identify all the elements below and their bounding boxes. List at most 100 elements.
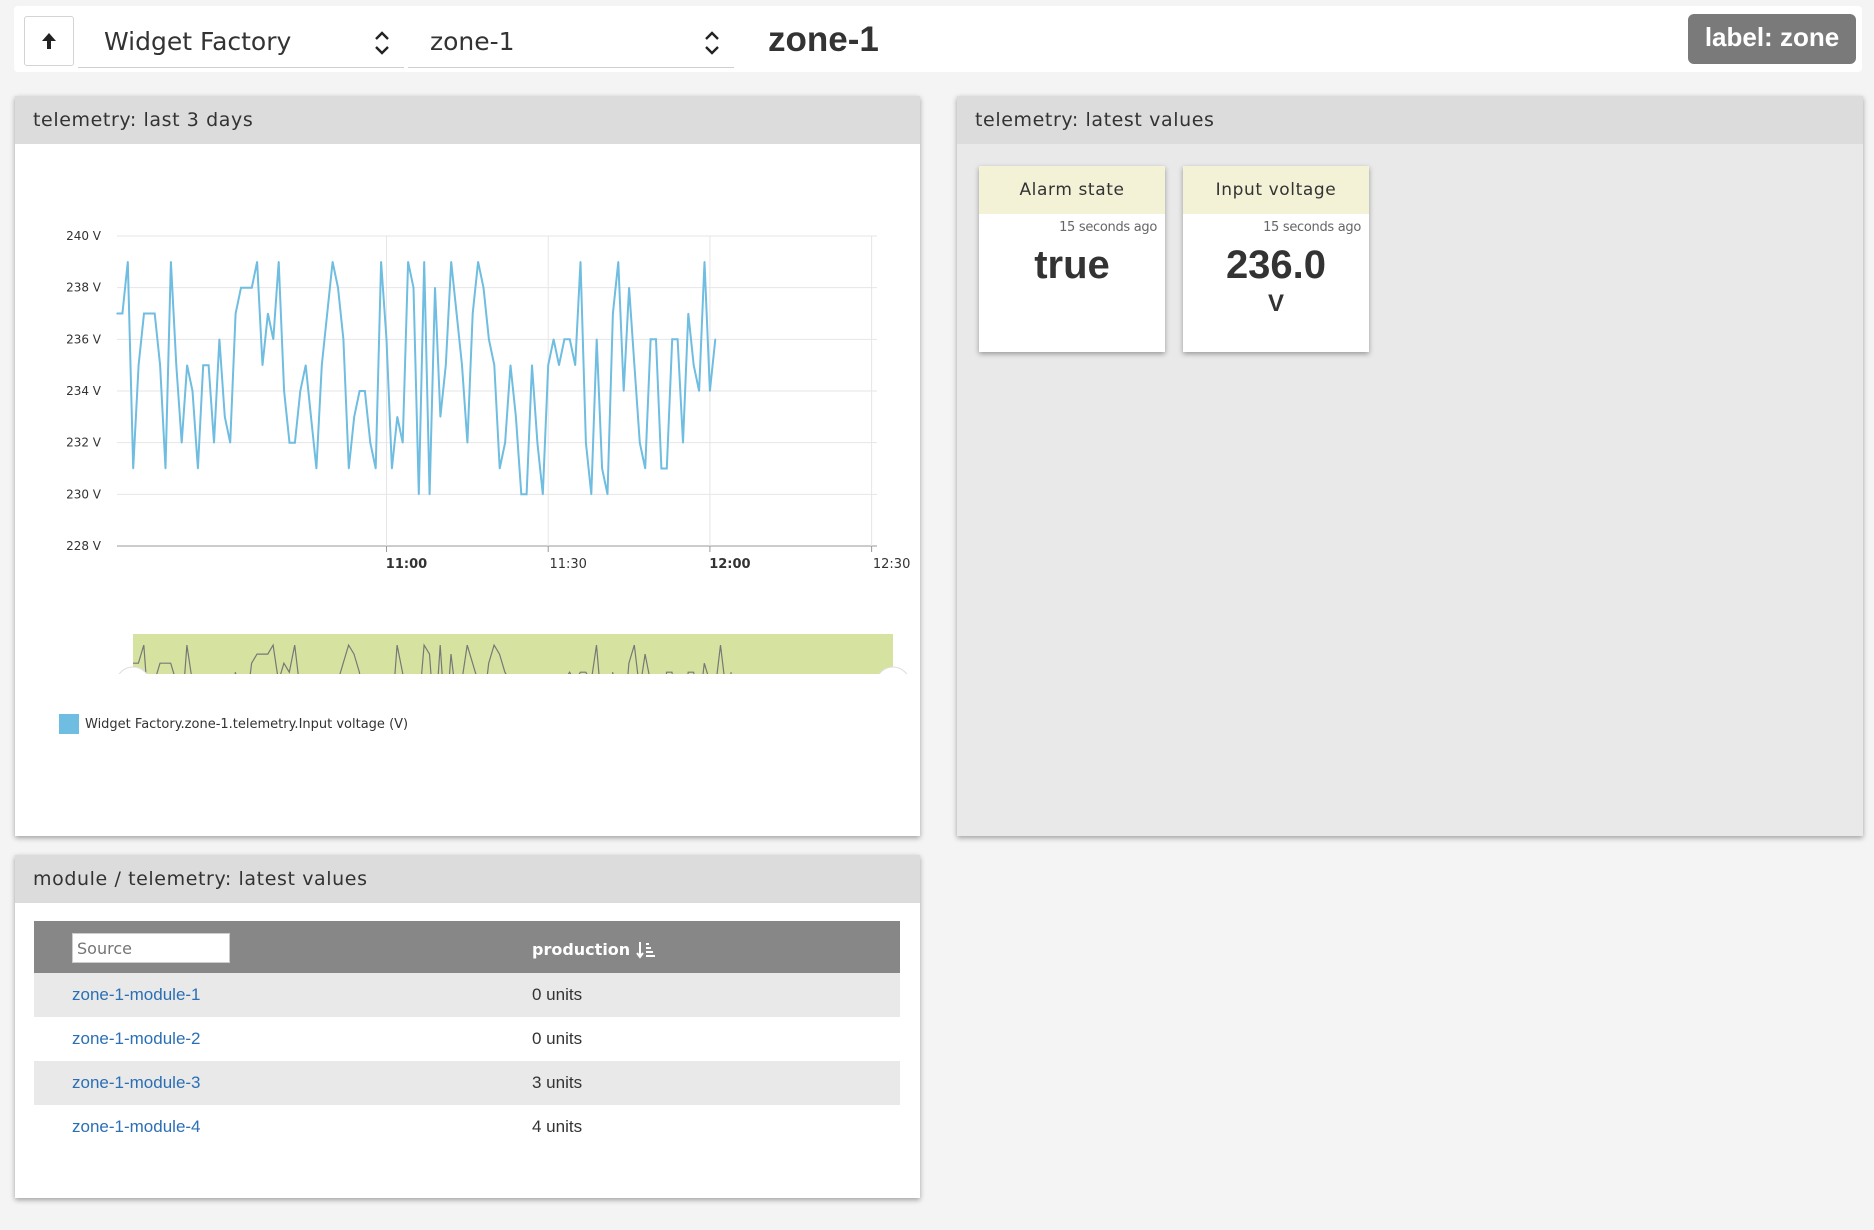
data-point (391, 467, 393, 470)
data-point (401, 441, 404, 444)
navigate-up-button[interactable] (24, 16, 74, 66)
page-title: zone-1 (768, 20, 879, 59)
data-point (601, 467, 603, 470)
source-filter-input[interactable] (72, 933, 230, 963)
data-point (353, 416, 356, 418)
data-point (197, 467, 199, 470)
data-point (294, 441, 296, 444)
x-tick-label: 11:00 (386, 557, 427, 572)
production-column-header[interactable]: production (532, 940, 656, 959)
data-point (412, 286, 415, 289)
data-point (622, 390, 625, 392)
data-point (310, 416, 312, 418)
data-point (531, 364, 533, 366)
source-link[interactable]: zone-1-module-2 (72, 1029, 201, 1049)
card-unit: V (1267, 290, 1284, 317)
y-tick-label: 230 V (66, 487, 102, 501)
select-chevron-icon (375, 31, 389, 55)
data-point (143, 312, 145, 315)
data-point (229, 441, 231, 444)
top-bar: Widget Factory zone-1 zone-1 label: zone (14, 6, 1862, 72)
module-telemetry-panel: module / telemetry: latest values produc… (15, 855, 920, 1198)
data-point (261, 364, 264, 366)
data-point (288, 441, 291, 444)
data-point (633, 364, 636, 366)
data-point (272, 338, 275, 341)
data-point (536, 441, 539, 444)
data-point (692, 364, 695, 366)
data-point (450, 261, 453, 263)
table-row: zone-1-module-2 0 units (34, 1017, 900, 1061)
data-point (369, 441, 372, 444)
data-point (337, 286, 339, 289)
data-point (191, 390, 194, 392)
source-link[interactable]: zone-1-module-1 (72, 985, 201, 1005)
value-card-alarm-state: Alarm state 15 seconds ago true (979, 166, 1165, 352)
value-card-input-voltage: Input voltage 15 seconds ago 236.0 V (1183, 166, 1369, 352)
zone-select[interactable]: zone-1 (408, 16, 734, 68)
card-title: Alarm state (979, 166, 1165, 214)
line-chart[interactable]: 240 V 238 V 236 V 234 V 232 V 230 V 228 V 11:00… (15, 144, 920, 674)
data-point (709, 390, 711, 392)
chart-legend[interactable]: Widget Factory.zone-1.telemetry.Input vo… (59, 714, 408, 734)
table-row: zone-1-module-4 4 units (34, 1105, 900, 1149)
data-point (380, 261, 382, 263)
zone-select-value: zone-1 (430, 27, 515, 56)
factory-select-value: Widget Factory (104, 27, 292, 56)
x-tick-label: 12:30 (873, 557, 910, 572)
x-tick-label: 11:30 (549, 557, 586, 572)
factory-select[interactable]: Widget Factory (78, 16, 404, 68)
data-point (148, 312, 151, 315)
data-point (213, 441, 215, 444)
source-link[interactable]: zone-1-module-4 (72, 1117, 201, 1137)
data-point (207, 364, 210, 366)
source-link[interactable]: zone-1-module-3 (72, 1073, 201, 1093)
data-point (256, 261, 258, 263)
data-point (267, 312, 269, 315)
data-point (159, 364, 161, 366)
data-point (644, 467, 646, 470)
data-point (348, 467, 350, 470)
data-point (180, 441, 183, 444)
data-point (326, 312, 329, 315)
x-tick-label: 12:00 (709, 557, 750, 572)
data-point (660, 467, 663, 470)
y-tick-label: 234 V (66, 384, 102, 398)
table-body: zone-1-module-1 0 units zone-1-module-2 … (34, 973, 900, 1149)
data-point (595, 338, 598, 341)
data-point (477, 261, 479, 263)
y-tick-label: 238 V (66, 281, 102, 295)
data-point (218, 338, 221, 341)
data-point (676, 338, 679, 341)
data-point (245, 286, 248, 289)
data-point (299, 390, 302, 392)
label-badge[interactable]: label: zone (1688, 14, 1856, 64)
data-point (164, 467, 167, 470)
data-point (364, 390, 366, 392)
data-point (331, 261, 334, 263)
data-point (321, 364, 323, 366)
module-table: production zone-1-module-1 0 units zone-… (34, 921, 900, 1149)
data-point (304, 364, 307, 366)
data-point (698, 390, 700, 392)
data-point (385, 338, 388, 341)
data-point (137, 364, 140, 366)
data-point (687, 312, 690, 315)
data-point (121, 312, 124, 315)
data-point (374, 467, 377, 470)
legend-label: Widget Factory.zone-1.telemetry.Input vo… (85, 716, 409, 732)
data-point (585, 441, 587, 444)
data-point (461, 364, 463, 366)
legend-swatch (59, 714, 79, 734)
data-point (649, 338, 652, 341)
data-point (466, 441, 469, 444)
data-point (639, 441, 641, 444)
sort-descending-icon (636, 941, 656, 959)
data-point (315, 467, 318, 470)
data-point (423, 261, 426, 263)
data-point (504, 441, 506, 444)
production-value: 4 units (532, 1117, 583, 1136)
data-point (493, 364, 496, 366)
data-point (127, 261, 129, 263)
series-line (117, 261, 717, 496)
